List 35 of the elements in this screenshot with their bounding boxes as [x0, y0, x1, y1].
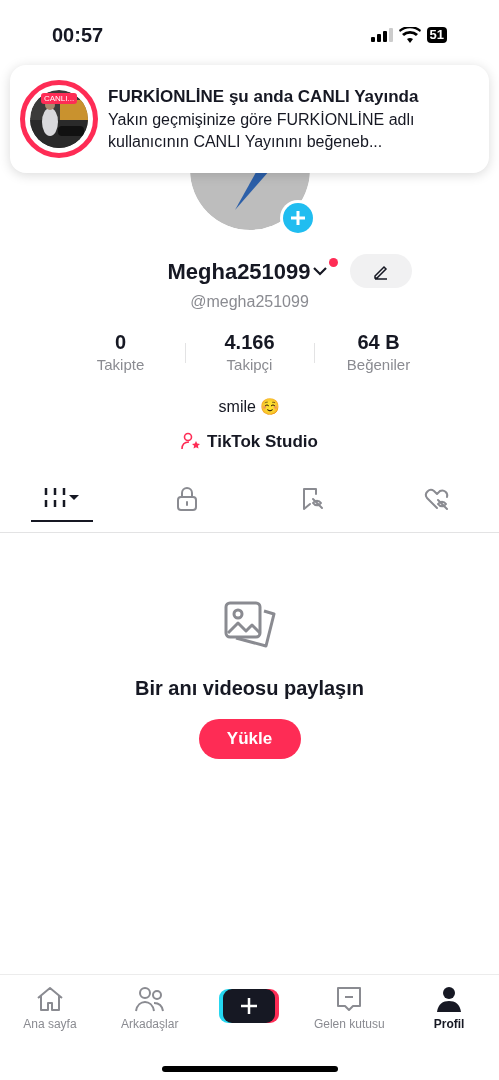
upload-button[interactable]: Yükle: [198, 719, 301, 759]
studio-link[interactable]: TikTok Studio: [181, 428, 318, 454]
heart-hidden-icon: [422, 486, 451, 512]
user-handle: @megha251099: [190, 292, 309, 312]
stat-label: Beğeniler: [346, 355, 411, 375]
bio-text: smile ☺: [218, 396, 281, 417]
person-star-icon: [181, 432, 202, 451]
edit-button[interactable]: [349, 254, 412, 288]
wifi-icon: [398, 27, 421, 43]
nav-item[interactable]: Gelen kutusu: [299, 985, 400, 1033]
empty-state-title: Bir anı videosu paylaşın: [135, 676, 364, 701]
nav-item[interactable]: Arkadaşlar: [99, 985, 200, 1033]
nav-item[interactable]: Profil: [399, 985, 499, 1033]
grid-menu-icon: [43, 486, 82, 510]
signal-icon: [370, 28, 393, 42]
username: Megha251099: [167, 257, 311, 286]
stat-value: 64 B: [357, 330, 400, 354]
plus-icon: [240, 997, 259, 1015]
live-badge: CANLI...: [40, 93, 78, 104]
status-time: 00:57: [52, 23, 104, 48]
plus-icon: [282, 203, 313, 233]
person-icon: [435, 985, 464, 1013]
chevron-down-icon[interactable]: [310, 265, 329, 277]
stat-label: Takipçi: [226, 355, 273, 375]
stat-value: 0: [114, 330, 127, 354]
message-icon: [335, 985, 364, 1013]
notification-body: Yakın geçmişinize göre FURKİONLİNE adlı kullanıcının CANLI Yayınını beğeneb...: [108, 110, 416, 152]
stat-label: Takipte: [96, 355, 145, 375]
lock-icon: [175, 486, 200, 512]
nav-item[interactable]: Ana sayfa: [0, 985, 100, 1033]
stat-value: 4.166: [224, 330, 275, 354]
live-notification[interactable]: CANLI... FURKİONLİNE şu anda CANLI Yayında Yakın geçmişinize göre FURKİONLİNE adlı kullanıcının CANLI Yayınını beğeneb...: [10, 65, 489, 173]
notification-title: FURKİONLİNE şu anda CANLI Yayında: [108, 86, 420, 108]
battery-icon: 51: [426, 27, 447, 43]
people-icon: [133, 985, 166, 1013]
